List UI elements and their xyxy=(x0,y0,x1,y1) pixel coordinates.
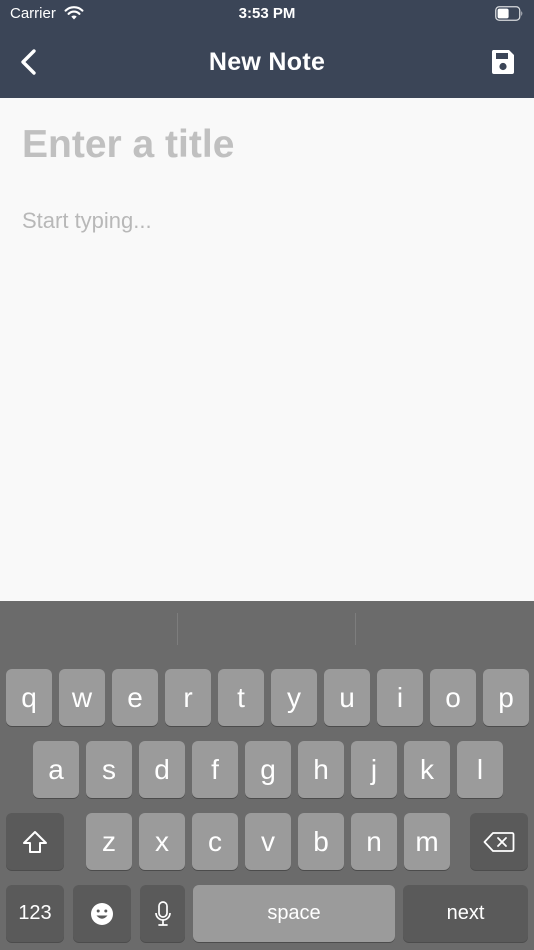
key-w[interactable]: w xyxy=(59,669,105,726)
emoji-icon xyxy=(91,902,113,925)
key-i[interactable]: i xyxy=(377,669,423,726)
key-y[interactable]: y xyxy=(271,669,317,726)
nav-bar: New Note xyxy=(0,28,534,98)
floppy-disk-icon[interactable] xyxy=(490,48,516,76)
key-e[interactable]: e xyxy=(112,669,158,726)
key-t[interactable]: t xyxy=(218,669,264,726)
shift-key[interactable] xyxy=(6,813,64,870)
keyboard: q w e r t y u i o p a s d f g h j k l z … xyxy=(0,601,534,950)
emoji-key[interactable] xyxy=(73,885,131,942)
suggestion-divider xyxy=(355,613,356,645)
microphone-icon xyxy=(154,900,171,926)
key-s[interactable]: s xyxy=(86,741,132,798)
space-key[interactable]: space xyxy=(193,885,395,942)
key-f[interactable]: f xyxy=(192,741,238,798)
key-a[interactable]: a xyxy=(33,741,79,798)
battery-icon xyxy=(495,6,523,21)
clock-time: 3:53 PM xyxy=(238,5,296,22)
backspace-icon xyxy=(483,831,515,852)
key-z[interactable]: z xyxy=(86,813,132,870)
title-input[interactable] xyxy=(22,120,512,170)
key-c[interactable]: c xyxy=(192,813,238,870)
key-v[interactable]: v xyxy=(245,813,291,870)
key-p[interactable]: p xyxy=(483,669,529,726)
delete-key[interactable] xyxy=(470,813,528,870)
status-bar: Carrier 3:53 PM xyxy=(0,0,534,28)
page-title: New Note xyxy=(208,48,326,76)
note-editor xyxy=(0,98,534,601)
key-m[interactable]: m xyxy=(404,813,450,870)
key-b[interactable]: b xyxy=(298,813,344,870)
key-n[interactable]: n xyxy=(351,813,397,870)
dictation-key[interactable] xyxy=(140,885,185,942)
key-j[interactable]: j xyxy=(351,741,397,798)
key-r[interactable]: r xyxy=(165,669,211,726)
key-d[interactable]: d xyxy=(139,741,185,798)
body-input[interactable] xyxy=(22,208,512,588)
key-u[interactable]: u xyxy=(324,669,370,726)
key-k[interactable]: k xyxy=(404,741,450,798)
key-o[interactable]: o xyxy=(430,669,476,726)
key-g[interactable]: g xyxy=(245,741,291,798)
key-q[interactable]: q xyxy=(6,669,52,726)
suggestion-divider xyxy=(177,613,178,645)
numbers-key[interactable]: 123 xyxy=(6,885,64,942)
next-key[interactable]: next xyxy=(403,885,528,942)
key-x[interactable]: x xyxy=(139,813,185,870)
key-l[interactable]: l xyxy=(457,741,503,798)
key-h[interactable]: h xyxy=(298,741,344,798)
shift-icon xyxy=(23,830,47,853)
